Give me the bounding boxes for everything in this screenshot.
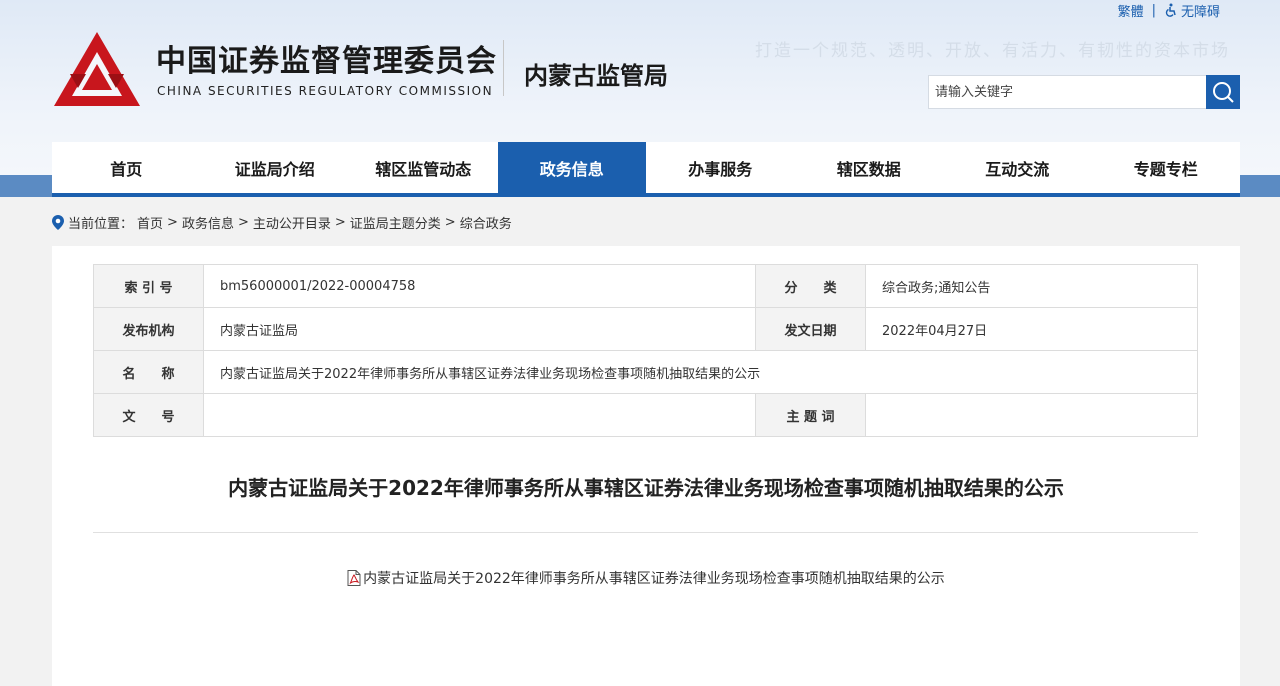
issuer-label: 发布机构	[93, 307, 204, 351]
table-row: 文 号 主 题 词	[93, 393, 1198, 437]
breadcrumb: 当前位置： 首页 > 政务信息 > 主动公开目录 > 证监局主题分类 > 综合政…	[52, 212, 512, 232]
table-row: 发布机构 内蒙古证监局 发文日期 2022年04月27日	[93, 307, 1198, 351]
breadcrumb-topic-classification[interactable]: 证监局主题分类	[350, 213, 441, 232]
date-label: 发文日期	[755, 307, 866, 351]
slogan: 打造一个规范、透明、开放、有活力、有韧性的资本市场	[755, 41, 1230, 61]
nav-item-services[interactable]: 办事服务	[646, 142, 795, 193]
docno-value	[203, 393, 756, 437]
keywords-value	[865, 393, 1198, 437]
pdf-icon	[347, 570, 361, 586]
top-links: 繁體 | 无障碍	[1118, 0, 1220, 20]
breadcrumb-disclosure-catalog[interactable]: 主动公开目录	[253, 213, 331, 232]
docno-label: 文 号	[93, 393, 204, 437]
brand-name-en: CHINA SECURITIES REGULATORY COMMISSION	[157, 84, 494, 98]
nav-item-regional-dynamics[interactable]: 辖区监管动态	[349, 142, 498, 193]
breadcrumb-separator: >	[237, 214, 249, 230]
breadcrumb-general-affairs[interactable]: 综合政务	[460, 213, 512, 232]
top-links-separator: |	[1151, 2, 1156, 18]
csrc-logo[interactable]	[52, 30, 142, 110]
location-pin-icon	[52, 214, 64, 230]
search-icon	[1213, 82, 1234, 103]
accessibility-label: 无障碍	[1180, 4, 1220, 20]
brand-name-cn: 中国证券监督管理委员会	[156, 44, 497, 79]
nav-item-government-info[interactable]: 政务信息	[497, 142, 646, 193]
breadcrumb-home[interactable]: 首页	[137, 213, 163, 232]
brand-divider	[503, 40, 504, 96]
breadcrumb-separator: >	[444, 214, 456, 230]
traditional-chinese-label: 繁體	[1117, 4, 1144, 20]
breadcrumb-prefix: 当前位置：	[68, 216, 134, 232]
date-value: 2022年04月27日	[865, 307, 1198, 351]
document-title: 内蒙古证监局关于2022年律师事务所从事辖区证券法律业务现场检查事项随机抽取结果…	[228, 476, 1064, 500]
search-box	[928, 75, 1240, 109]
traditional-chinese-link[interactable]: 繁體	[1118, 1, 1144, 20]
category-value: 综合政务;通知公告	[865, 264, 1198, 308]
index-label: 索 引 号	[93, 264, 204, 308]
table-row: 名 称 内蒙古证监局关于2022年律师事务所从事辖区证券法律业务现场检查事项随机…	[93, 350, 1198, 394]
attachment-label: 内蒙古证监局关于2022年律师事务所从事辖区证券法律业务现场检查事项随机抽取结果…	[363, 571, 945, 587]
breadcrumb-government-info[interactable]: 政务信息	[182, 213, 234, 232]
breadcrumb-separator: >	[334, 214, 346, 230]
nav-item-home[interactable]: 首页	[52, 142, 201, 193]
breadcrumb-separator: >	[167, 214, 178, 230]
title-divider	[93, 532, 1198, 533]
name-value: 内蒙古证监局关于2022年律师事务所从事辖区证券法律业务现场检查事项随机抽取结果…	[203, 350, 1198, 394]
nav-item-about[interactable]: 证监局介绍	[201, 142, 350, 193]
wheelchair-icon	[1165, 3, 1176, 17]
content-panel: 索 引 号 bm56000001/2022-00004758 分 类 综合政务;…	[52, 246, 1240, 686]
document-meta-table: 索 引 号 bm56000001/2022-00004758 分 类 综合政务;…	[93, 264, 1198, 437]
attachment: 内蒙古证监局关于2022年律师事务所从事辖区证券法律业务现场检查事项随机抽取结果…	[52, 568, 1240, 588]
search-button[interactable]	[1206, 75, 1240, 109]
main-nav: 首页 证监局介绍 辖区监管动态 政务信息 办事服务 辖区数据 互动交流 专题专栏	[52, 142, 1240, 197]
name-label: 名 称	[93, 350, 204, 394]
issuer-value: 内蒙古证监局	[203, 307, 756, 351]
attachment-link[interactable]: 内蒙古证监局关于2022年律师事务所从事辖区证券法律业务现场检查事项随机抽取结果…	[347, 568, 945, 588]
index-value: bm56000001/2022-00004758	[203, 264, 756, 308]
category-label: 分 类	[755, 264, 866, 308]
sub-org-name: 内蒙古监管局	[524, 62, 668, 90]
search-input[interactable]	[929, 76, 1206, 108]
keywords-label: 主 题 词	[755, 393, 866, 437]
nav-item-special-topics[interactable]: 专题专栏	[1092, 142, 1241, 193]
accessibility-link[interactable]: 无障碍	[1164, 1, 1220, 20]
table-row: 索 引 号 bm56000001/2022-00004758 分 类 综合政务;…	[93, 264, 1198, 308]
nav-item-regional-data[interactable]: 辖区数据	[795, 142, 944, 193]
nav-item-interaction[interactable]: 互动交流	[943, 142, 1092, 193]
